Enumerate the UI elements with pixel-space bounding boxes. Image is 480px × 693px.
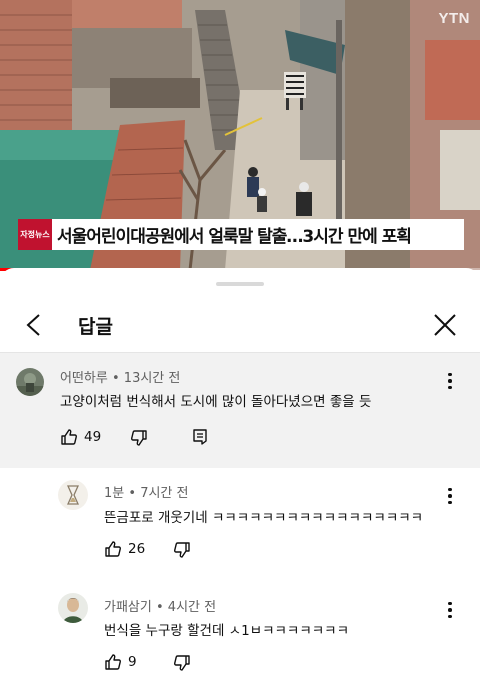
replies-sheet: 답글 어떤하루 • 13시간 전 고양이처럼 번식해서 도시에 많이 돌아다녔으… [0,268,480,693]
comment-meta: 가패삼기 • 4시간 전 [104,596,216,615]
thumbs-up-icon[interactable] [104,540,122,558]
thumbs-up-icon[interactable] [60,428,78,446]
thumbs-up-icon[interactable] [104,653,122,671]
meta-separator: • [111,371,124,386]
avatar[interactable] [58,593,88,623]
avatar[interactable] [16,368,44,396]
channel-logo: YTN [438,10,470,27]
comment-time: 7시간 전 [140,486,189,501]
comment-meta: 어떤하루 • 13시간 전 [60,367,180,386]
like-count: 26 [128,541,146,557]
meta-separator: • [155,600,168,615]
thumbs-down-icon[interactable] [173,541,191,559]
more-options-icon[interactable] [440,369,460,393]
caption-text: 서울어린이대공원에서 얼룩말 탈출…3시간 만에 포획 [57,227,412,247]
like-count: 49 [84,429,102,445]
more-options-icon[interactable] [440,598,460,622]
comment-meta: 1분 • 7시간 전 [104,482,188,501]
caption-badge: 자정뉴스 [18,219,52,250]
comment-text: 고양이처럼 번식해서 도시에 많이 돌아다녔으면 좋을 듯 [60,394,372,410]
reply-comment-icon[interactable] [192,428,208,446]
sheet-drag-handle[interactable] [216,282,264,286]
thumbs-down-icon[interactable] [130,429,148,447]
comment-text: 번식을 누구랑 할건데 ㅅ1ㅂㅋㅋㅋㅋㅋㅋㅋ [104,623,350,639]
comment-time: 4시간 전 [167,600,217,615]
like-action: 9 [104,653,137,671]
more-options-icon[interactable] [440,484,460,508]
comment-author[interactable]: 어떤하루 [60,371,108,386]
comment-author[interactable]: 가패삼기 [104,600,152,615]
like-action: 26 [104,540,145,558]
news-caption: 자정뉴스 서울어린이대공원에서 얼룩말 탈출…3시간 만에 포획 [18,219,464,250]
video-player[interactable]: YTN 자정뉴스 서울어린이대공원에서 얼룩말 탈출…3시간 만에 포획 [0,0,480,270]
comment-author[interactable]: 1분 [104,486,124,501]
comment-text: 뜬금포로 개웃기네 ㅋㅋㅋㅋㅋㅋㅋㅋㅋㅋㅋㅋㅋㅋㅋㅋㅋ [104,510,424,526]
chevron-left-icon[interactable] [18,308,52,342]
thumbs-down-icon[interactable] [173,654,191,672]
avatar[interactable] [58,480,88,510]
parent-comment: 어떤하루 • 13시간 전 고양이처럼 번식해서 도시에 많이 돌아다녔으면 좋… [0,353,480,468]
close-icon[interactable] [428,308,462,342]
like-action: 49 [60,428,101,446]
sheet-header: 답글 [0,300,480,352]
meta-separator: • [128,486,141,501]
like-count: 9 [128,654,137,670]
comment-time: 13시간 전 [123,371,181,386]
sheet-title: 답글 [78,316,113,338]
